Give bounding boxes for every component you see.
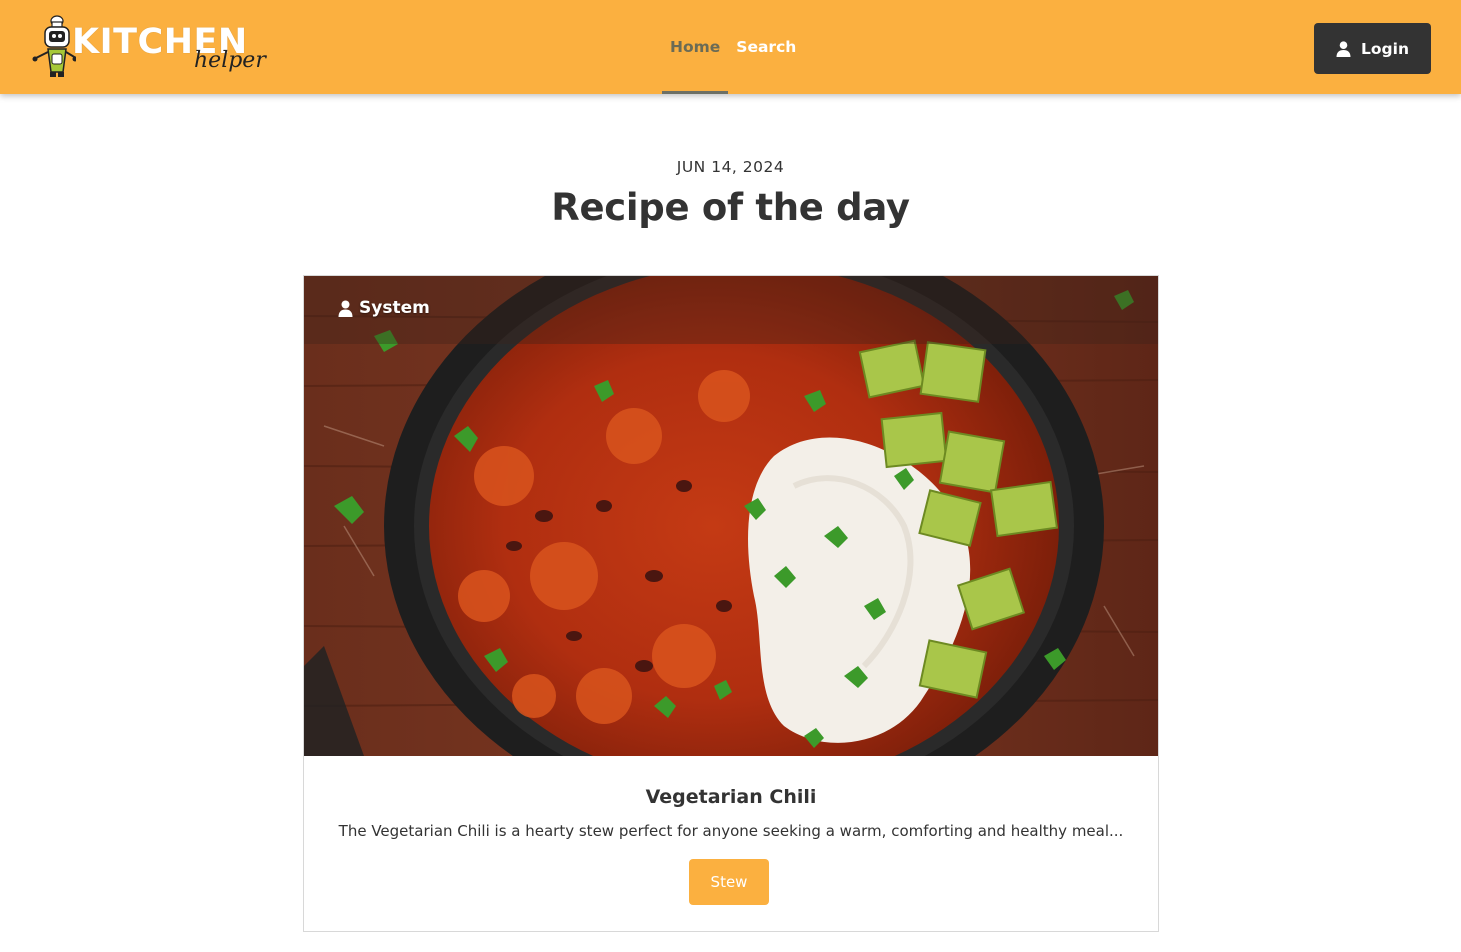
nav-home[interactable]: Home	[662, 0, 729, 94]
nav-search[interactable]: Search	[728, 0, 804, 94]
recipe-tag-button[interactable]: Stew	[689, 859, 769, 905]
recipe-description: The Vegetarian Chili is a hearty stew pe…	[338, 822, 1124, 840]
login-button[interactable]: Login	[1314, 23, 1431, 74]
login-label: Login	[1361, 39, 1409, 58]
author-name: System	[359, 298, 430, 318]
main-nav: Home Search	[662, 0, 804, 94]
user-icon	[338, 300, 353, 317]
top-navbar: KITCHEN helper Home Search Login	[0, 0, 1461, 94]
user-icon	[1336, 40, 1351, 57]
page-title: Recipe of the day	[551, 186, 910, 229]
recipe-title[interactable]: Vegetarian Chili	[304, 786, 1158, 808]
author-overlay	[304, 276, 1158, 344]
recipe-image[interactable]: System	[304, 276, 1158, 756]
robot-chef-icon	[32, 15, 76, 77]
brand-tagline: helper	[194, 48, 266, 73]
recipe-author: System	[338, 298, 430, 318]
recipe-card: System Vegetarian Chili The Vegetarian C…	[303, 275, 1159, 932]
brand-logo[interactable]: KITCHEN helper	[30, 14, 266, 82]
recipe-date: JUN 14, 2024	[676, 158, 785, 176]
chili-bowl-photo	[304, 276, 1158, 756]
